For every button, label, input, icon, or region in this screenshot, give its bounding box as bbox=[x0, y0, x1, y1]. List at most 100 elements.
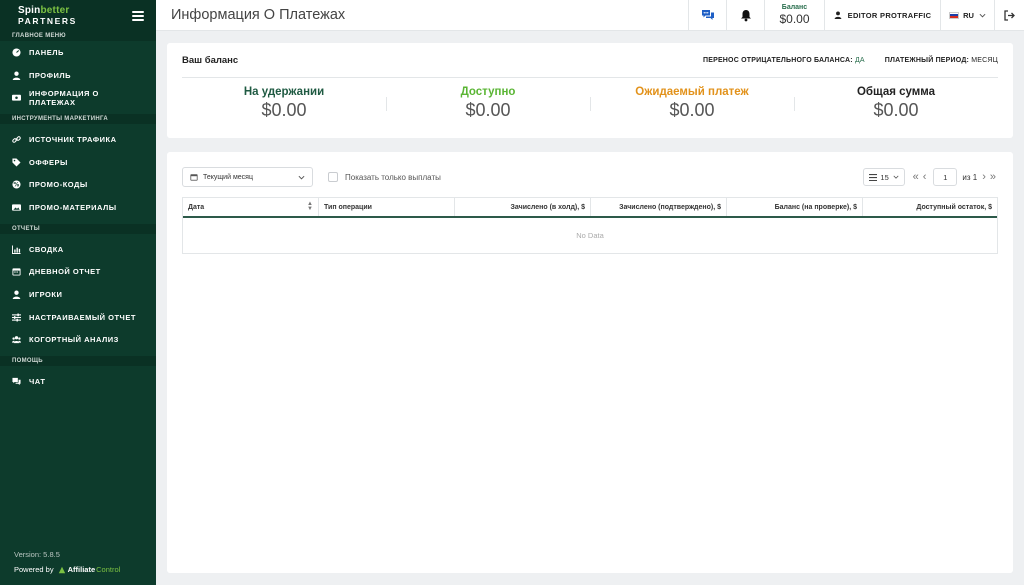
balance-label: Баланс bbox=[781, 4, 808, 11]
payment-period-label: ПЛАТЕЖНЫЙ ПЕРИОД: bbox=[884, 56, 970, 64]
last-page-icon[interactable]: » bbox=[988, 171, 998, 183]
chevron-down-icon bbox=[979, 13, 986, 17]
page-size-select[interactable]: 15 bbox=[862, 168, 905, 186]
period-select[interactable]: Текущий месяц bbox=[182, 167, 313, 187]
column-credited-confirmed[interactable]: Зачислено (подтверждено), $ bbox=[591, 198, 727, 216]
payment-period: ПЛАТЕЖНЫЙ ПЕРИОД: МЕСЯЦ bbox=[885, 57, 998, 64]
messages-button[interactable] bbox=[688, 0, 726, 31]
page-size-value: 15 bbox=[880, 172, 889, 182]
sort-icon[interactable]: ▲ ▼ bbox=[307, 201, 313, 212]
negative-carryover: ПЕРЕНОС ОТРИЦАТЕЛЬНОГО БАЛАНСА: ДА bbox=[703, 57, 865, 64]
sidebar-item-daily-report[interactable]: ДНЕВНОЙ ОТЧЕТ bbox=[0, 261, 156, 284]
column-balance-review[interactable]: Баланс (на проверке), $ bbox=[727, 198, 863, 216]
sidebar-item-payments[interactable]: ИНФОРМАЦИЯ О ПЛАТЕЖАХ bbox=[0, 86, 156, 109]
brand-logo[interactable]: Spinbetter PARTNERS bbox=[18, 4, 77, 26]
only-payouts-checkbox[interactable]: Показать только выплаты bbox=[328, 172, 441, 182]
balance-available-label: Доступно bbox=[460, 86, 516, 98]
section-help: ПОМОЩЬ ЧАТ bbox=[0, 356, 156, 393]
transactions-toolbar: Текущий месяц Показать только выплаты 15… bbox=[182, 167, 998, 187]
column-credited-hold-label: Зачислено (в холд), $ bbox=[510, 203, 585, 211]
column-operation-type-label: Тип операции bbox=[324, 203, 372, 211]
section-title: ГЛАВНОЕ МЕНЮ bbox=[0, 31, 156, 41]
payments-icon bbox=[12, 93, 21, 102]
sidebar-item-players[interactable]: ИГРОКИ bbox=[0, 283, 156, 306]
sidebar-item-label: ИНФОРМАЦИЯ О ПЛАТЕЖАХ bbox=[29, 88, 99, 107]
prev-page-icon[interactable]: ‹ bbox=[921, 171, 929, 183]
logo-partners: PARTNERS bbox=[18, 15, 77, 26]
dashboard-icon bbox=[12, 48, 21, 57]
app-version: Version: 5.8.5 bbox=[14, 550, 60, 559]
sidebar-item-label: ПРОФИЛЬ bbox=[29, 70, 72, 80]
balance-card-header: Ваш баланс ПЕРЕНОС ОТРИЦАТЕЛЬНОГО БАЛАНС… bbox=[182, 43, 998, 78]
sidebar-item-label: НАСТРАИВАЕМЫЙ ОТЧЕТ bbox=[29, 312, 136, 322]
list-icon bbox=[868, 173, 877, 181]
sidebar-item-custom-report[interactable]: НАСТРАИВАЕМЫЙ ОТЧЕТ bbox=[0, 306, 156, 329]
calendar-icon bbox=[190, 174, 198, 181]
chart-icon bbox=[12, 245, 21, 254]
first-page-icon[interactable]: « bbox=[911, 171, 921, 183]
link-icon bbox=[12, 135, 21, 144]
images-icon bbox=[12, 203, 21, 212]
tag-icon bbox=[12, 158, 21, 167]
sidebar-item-cohort-analysis[interactable]: КОГОРТНЫЙ АНАЛИЗ bbox=[0, 329, 156, 352]
logo-better: better bbox=[40, 4, 70, 16]
menu-toggle-icon[interactable] bbox=[132, 10, 144, 21]
bell-icon bbox=[740, 9, 751, 21]
notifications-button[interactable] bbox=[726, 0, 764, 31]
balance-card: Ваш баланс ПЕРЕНОС ОТРИЦАТЕЛЬНОГО БАЛАНС… bbox=[167, 43, 1013, 138]
messages-icon bbox=[701, 10, 714, 20]
top-header: Информация О Платежах Баланс $0.00 EDITO… bbox=[156, 0, 1024, 31]
sidebar-item-label: СВОДКА bbox=[29, 244, 64, 254]
page-input[interactable]: 1 bbox=[933, 168, 958, 186]
svg-text:%: % bbox=[13, 183, 19, 189]
negative-carryover-label: ПЕРЕНОС ОТРИЦАТЕЛЬНОГО БАЛАНСА: bbox=[702, 56, 853, 64]
sidebar-item-profile[interactable]: ПРОФИЛЬ bbox=[0, 64, 156, 87]
user-menu[interactable]: EDITOR PROTRAFFIC bbox=[824, 0, 940, 31]
pagination: 15 « ‹ 1 из 1 › » bbox=[862, 168, 998, 186]
balance-card-title: Ваш баланс bbox=[182, 54, 239, 66]
affiliate-control-logo[interactable]: Affiliate Control bbox=[58, 565, 121, 574]
sidebar-header: Spinbetter PARTNERS bbox=[0, 0, 156, 31]
sidebar-item-chat[interactable]: ЧАТ bbox=[0, 370, 156, 393]
chevron-down-icon bbox=[298, 175, 305, 179]
sidebar-item-promo-materials[interactable]: ПРОМО-МАТЕРИАЛЫ bbox=[0, 196, 156, 219]
balance-total: Общая сумма $0.00 bbox=[794, 86, 998, 121]
sidebar-item-label: КОГОРТНЫЙ АНАЛИЗ bbox=[29, 335, 119, 345]
language-select[interactable]: RU bbox=[940, 0, 994, 31]
users-icon bbox=[12, 335, 21, 344]
brand-control: Control bbox=[96, 565, 121, 574]
sidebar-item-offers[interactable]: ОФФЕРЫ bbox=[0, 151, 156, 174]
checkbox-box[interactable] bbox=[328, 172, 338, 182]
balance-total-label: Общая сумма bbox=[856, 86, 936, 98]
column-available-remainder[interactable]: Доступный остаток, $ bbox=[863, 198, 997, 216]
balance-expected-label: Ожидаемый платеж bbox=[635, 86, 749, 98]
section-main-menu: ГЛАВНОЕ МЕНЮ ПАНЕЛЬ ПРОФИЛЬ ИНФОРМАЦИЯ О… bbox=[0, 31, 156, 109]
sidebar-item-dashboard[interactable]: ПАНЕЛЬ bbox=[0, 41, 156, 64]
section-reports: ОТЧЕТЫ СВОДКА ДНЕВНОЙ ОТЧЕТ ИГРОКИ НАСТР… bbox=[0, 223, 156, 352]
next-page-icon[interactable]: › bbox=[980, 171, 988, 183]
table-header: Дата ▲ ▼ Тип операции Зачислено (в холд),… bbox=[183, 198, 997, 218]
promo-icon: % bbox=[12, 180, 21, 189]
balance-available: Доступно $0.00 bbox=[386, 86, 590, 121]
sidebar-item-traffic-source[interactable]: ИСТОЧНИК ТРАФИКА bbox=[0, 128, 156, 151]
page-title: Информация О Платежах bbox=[171, 7, 346, 23]
sidebar-item-summary[interactable]: СВОДКА bbox=[0, 238, 156, 261]
logout-button[interactable] bbox=[994, 0, 1024, 31]
balance-available-value: $0.00 bbox=[465, 100, 511, 120]
section-marketing-tools: ИНСТРУМЕНТЫ МАРКЕТИНГА ИСТОЧНИК ТРАФИКА … bbox=[0, 114, 156, 219]
balance-on-hold: На удержании $0.00 bbox=[182, 86, 386, 121]
column-date[interactable]: Дата ▲ ▼ bbox=[183, 198, 319, 216]
balance-widget[interactable]: Баланс $0.00 bbox=[764, 0, 824, 31]
chevron-down-icon bbox=[893, 175, 899, 179]
flag-ru-icon bbox=[949, 11, 960, 19]
column-credited-confirmed-label: Зачислено (подтверждено), $ bbox=[619, 203, 721, 211]
chat-icon bbox=[12, 377, 21, 386]
sidebar-item-label: ОФФЕРЫ bbox=[29, 157, 68, 167]
logo-spin: Spin bbox=[18, 4, 41, 16]
sliders-icon bbox=[12, 313, 21, 322]
sidebar-item-promo-codes[interactable]: % ПРОМО-КОДЫ bbox=[0, 173, 156, 196]
column-credited-hold[interactable]: Зачислено (в холд), $ bbox=[455, 198, 591, 216]
column-operation-type[interactable]: Тип операции bbox=[319, 198, 455, 216]
logout-icon bbox=[1004, 9, 1015, 21]
section-title: ПОМОЩЬ bbox=[0, 356, 156, 367]
